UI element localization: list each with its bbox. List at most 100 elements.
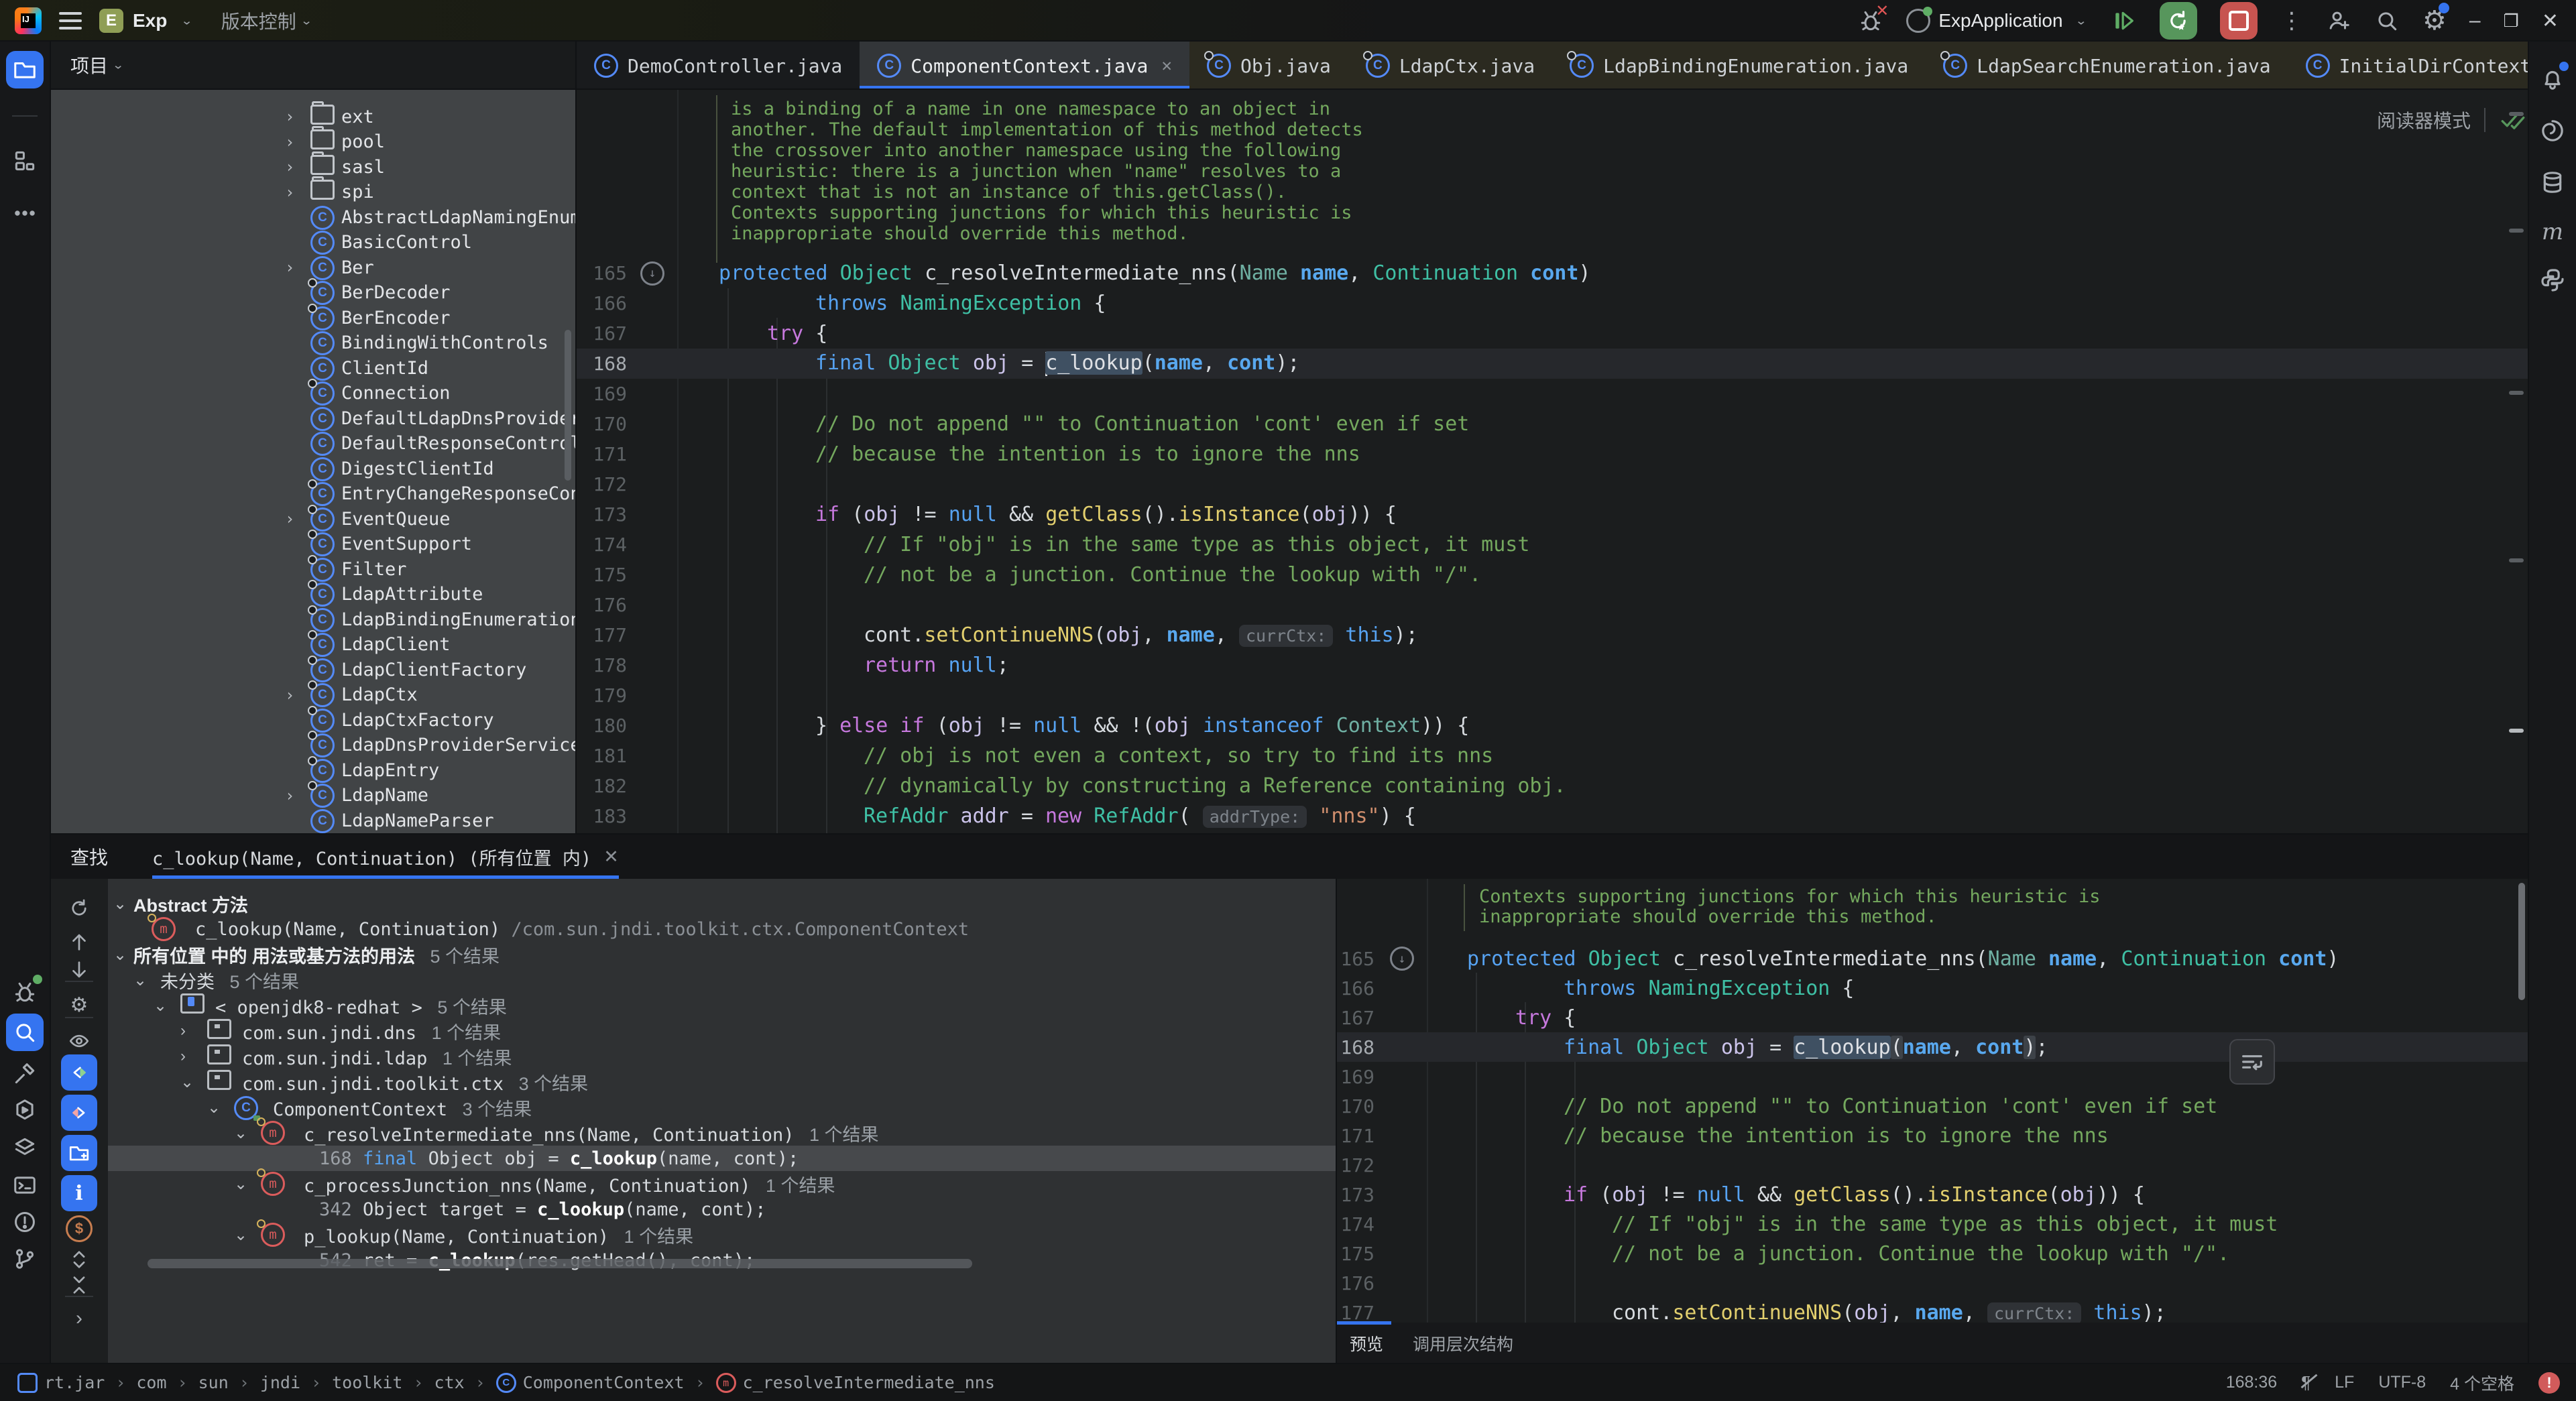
- code-line-182[interactable]: 182// dynamically by constructing a Refe…: [577, 771, 2528, 801]
- find-result-row-selected[interactable]: 168 final Object obj = c_lookup(name, co…: [108, 1146, 1336, 1171]
- code-line-176[interactable]: 176: [577, 590, 2528, 620]
- project-tree-item-DefaultResponseControlFactory[interactable]: CDefaultResponseControlFactory: [50, 431, 575, 456]
- project-tree-item-LdapName[interactable]: ›CLdapName: [50, 783, 575, 808]
- code-line-165[interactable]: 165↓protected Object c_resolveIntermedia…: [577, 258, 2528, 288]
- terminal-icon[interactable]: [6, 1166, 44, 1204]
- chevron-right-icon[interactable]: ›: [285, 133, 294, 151]
- preview-tab-调用层次结构[interactable]: 调用层次结构: [1413, 1331, 1513, 1355]
- code-line-167[interactable]: 167try {: [1336, 1003, 2528, 1032]
- code-line-177[interactable]: 177cont.setContinueNNS(obj, name, currCt…: [577, 620, 2528, 650]
- chevron-down-icon[interactable]: ⌄: [207, 1098, 221, 1117]
- close-button[interactable]: ✕: [2542, 9, 2559, 33]
- breadcrumb-jndi[interactable]: jndi: [260, 1373, 300, 1392]
- find-tree-row[interactable]: ⌄Abstract 方法: [108, 891, 1336, 916]
- find-results-tab[interactable]: c_lookup(Name, Continuation) (所有位置 内) ✕: [152, 835, 619, 879]
- project-widget[interactable]: E Exp ⌄: [99, 9, 193, 33]
- find-tree-row[interactable]: ⌄mp_lookup(Name, Continuation) 1 个结果: [108, 1222, 1336, 1247]
- settings-gear-icon[interactable]: ⚙: [2422, 5, 2447, 36]
- maven-icon[interactable]: m: [2534, 213, 2571, 251]
- overridden-marker-icon[interactable]: ↓: [640, 261, 664, 286]
- breadcrumb-ComponentContext[interactable]: CComponentContext: [496, 1373, 685, 1393]
- code-line-165[interactable]: 165↓protected Object c_resolveIntermedia…: [1336, 944, 2528, 973]
- database-icon[interactable]: [2534, 164, 2571, 201]
- chevron-right-icon[interactable]: ›: [285, 107, 294, 126]
- resume-icon[interactable]: [2110, 7, 2137, 34]
- build-hammer-icon[interactable]: [6, 1055, 44, 1093]
- code-line-179[interactable]: 179: [577, 680, 2528, 711]
- layers-icon[interactable]: [6, 1129, 44, 1166]
- project-tree-item-Filter[interactable]: CFilter: [50, 556, 575, 582]
- dollar-button[interactable]: $: [63, 1215, 95, 1242]
- preview-vertical-scrollbar[interactable]: [2518, 883, 2525, 1000]
- code-line-175[interactable]: 175// not be a junction. Continue the lo…: [577, 560, 2528, 590]
- tab-LdapBindingEnumeration.java[interactable]: CLdapBindingEnumeration.java: [1552, 42, 1926, 90]
- project-tree-item-spi[interactable]: ›spi: [50, 180, 575, 205]
- find-tree-row[interactable]: ⌄mc_resolveIntermediate_nns(Name, Contin…: [108, 1120, 1336, 1146]
- find-tree-row[interactable]: ⌄未分类 5 个结果: [108, 967, 1336, 993]
- main-editor[interactable]: is a binding of a name in one namespace …: [577, 90, 2528, 835]
- show-info-button[interactable]: i: [61, 1175, 97, 1211]
- rerun-button[interactable]: [2160, 2, 2197, 40]
- problems-icon[interactable]: [6, 1203, 44, 1241]
- find-tree-row[interactable]: ⌄mc_processJunction_nns(Name, Continuati…: [108, 1171, 1336, 1197]
- code-line-168[interactable]: 168final Object obj = c_lookup(name, con…: [1336, 1032, 2528, 1062]
- chevron-right-icon[interactable]: ›: [285, 158, 294, 176]
- minimize-button[interactable]: –: [2469, 9, 2481, 32]
- project-tree-item-LdapClientFactory[interactable]: CLdapClientFactory: [50, 657, 575, 682]
- indent-indicator[interactable]: 4 个空格: [2450, 1371, 2514, 1395]
- reader-mode-hint[interactable]: 阅读器模式: [2377, 106, 2527, 134]
- vcs-widget[interactable]: 版本控制 ⌄: [221, 7, 312, 34]
- eye-button[interactable]: [63, 1028, 95, 1054]
- close-icon[interactable]: ✕: [1161, 56, 1172, 76]
- project-tree-item-DefaultLdapDnsProvider[interactable]: CDefaultLdapDnsProvider: [50, 406, 575, 431]
- breadcrumb-c_resolveIntermediate_nns[interactable]: mc_resolveIntermediate_nns: [716, 1373, 995, 1393]
- chevron-right-icon[interactable]: ›: [285, 786, 294, 805]
- code-line-183[interactable]: 183RefAddr addr = new RefAddr( addrType:…: [577, 801, 2528, 831]
- chevron-right-icon[interactable]: ›: [180, 1047, 186, 1066]
- chevron-right-icon[interactable]: ›: [285, 258, 294, 277]
- find-tree-row[interactable]: ›com.sun.jndi.dns 1 个结果: [108, 1018, 1336, 1044]
- tab-ComponentContext.java[interactable]: CComponentContext.java✕: [860, 42, 1189, 90]
- breadcrumb-sun[interactable]: sun: [198, 1373, 229, 1392]
- more-icon[interactable]: [6, 194, 44, 232]
- project-tree-item-LdapDnsProviderService[interactable]: CLdapDnsProviderService: [50, 733, 575, 758]
- preview-horizontal-scrollbar[interactable]: [148, 1259, 972, 1268]
- more-actions-button[interactable]: ⋮: [2280, 9, 2303, 32]
- code-line-175[interactable]: 175// not be a junction. Continue the lo…: [1336, 1239, 2528, 1268]
- ai-assistant-icon[interactable]: [2534, 112, 2571, 149]
- breadcrumb-com[interactable]: com: [136, 1373, 166, 1392]
- find-tree-row[interactable]: ›com.sun.jndi.ldap 1 个结果: [108, 1044, 1336, 1069]
- code-line-166[interactable]: 166throws NamingException {: [1336, 973, 2528, 1003]
- find-tree-row[interactable]: mc_lookup(Name, Continuation) /com.sun.j…: [108, 916, 1336, 942]
- python-icon[interactable]: [2534, 261, 2571, 299]
- project-tree-item-Ber[interactable]: ›CBer: [50, 255, 575, 280]
- soft-wrap-indicator-icon[interactable]: ¶: [2301, 1372, 2310, 1393]
- chevron-right-icon[interactable]: ›: [285, 509, 294, 528]
- code-line-171[interactable]: 171// because the intention is to ignore…: [577, 439, 2528, 469]
- restore-button[interactable]: ❐: [2504, 11, 2519, 32]
- chevron-down-icon[interactable]: ⌄: [234, 1225, 247, 1245]
- code-line-181[interactable]: 181// obj is not even a context, so try …: [577, 741, 2528, 771]
- code-line-173[interactable]: 173if (obj != null && getClass().isInsta…: [1336, 1180, 2528, 1209]
- code-line-168[interactable]: 168final Object obj = c_lookup(name, con…: [577, 349, 2528, 379]
- breadcrumb-ctx[interactable]: ctx: [434, 1373, 465, 1392]
- close-icon[interactable]: ✕: [603, 847, 619, 867]
- code-line-170[interactable]: 170// Do not append "" to Continuation '…: [1336, 1091, 2528, 1121]
- find-tree-row[interactable]: 342 Object target = c_lookup(name, cont)…: [108, 1197, 1336, 1222]
- tab-LdapSearchEnumeration.java[interactable]: CLdapSearchEnumeration.java: [1926, 42, 2288, 90]
- project-panel-header[interactable]: 项目 ⌄: [50, 42, 575, 88]
- encoding-indicator[interactable]: UTF-8: [2378, 1373, 2426, 1392]
- project-tree-scrollbar[interactable]: [565, 330, 571, 481]
- project-tree-item-BindingWithControls[interactable]: CBindingWithControls: [50, 330, 575, 356]
- project-tree-item-BasicControl[interactable]: CBasicControl: [50, 230, 575, 255]
- debug-icon[interactable]: [6, 973, 44, 1011]
- read-access-button[interactable]: [61, 1054, 97, 1091]
- code-line-172[interactable]: 172: [1336, 1150, 2528, 1180]
- project-tree-item-LdapAttribute[interactable]: CLdapAttribute: [50, 582, 575, 607]
- notification-alert-icon[interactable]: !: [2538, 1372, 2560, 1394]
- code-line-169[interactable]: 169: [1336, 1062, 2528, 1091]
- project-folder-icon[interactable]: [6, 51, 44, 88]
- code-line-166[interactable]: 166throws NamingException {: [577, 288, 2528, 318]
- project-tree-item-EventQueue[interactable]: ›CEventQueue: [50, 506, 575, 532]
- arrow-down-button[interactable]: [63, 957, 95, 983]
